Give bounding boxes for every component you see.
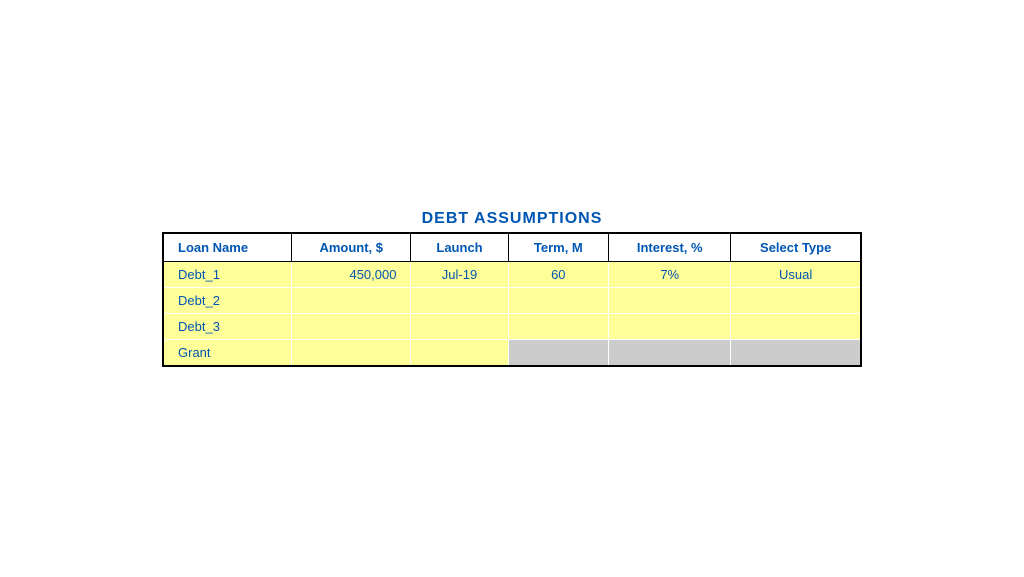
cell-loan_name: Debt_3 [163,314,292,340]
cell-launch[interactable] [411,340,508,367]
cell-loan_name: Debt_1 [163,262,292,288]
table-row: Debt_3 [163,314,861,340]
cell-select_type[interactable] [731,288,861,314]
page-container: DEBT ASSUMPTIONS Loan NameAmount, $Launc… [0,0,1024,577]
table-row: Debt_2 [163,288,861,314]
cell-term[interactable] [508,314,609,340]
table-row: Grant [163,340,861,367]
cell-amount[interactable] [292,340,411,367]
cell-term [508,340,609,367]
cell-amount[interactable]: 450,000 [292,262,411,288]
cell-select_type [731,340,861,367]
cell-interest[interactable] [609,288,731,314]
col-header-amount: Amount, $ [292,233,411,262]
col-header-loan_name: Loan Name [163,233,292,262]
cell-select_type[interactable]: Usual [731,262,861,288]
cell-launch[interactable] [411,288,508,314]
cell-launch[interactable]: Jul-19 [411,262,508,288]
cell-interest[interactable]: 7% [609,262,731,288]
table-wrapper: DEBT ASSUMPTIONS Loan NameAmount, $Launc… [162,210,862,367]
cell-launch[interactable] [411,314,508,340]
cell-amount[interactable] [292,288,411,314]
table-title: DEBT ASSUMPTIONS [422,210,603,228]
cell-loan_name: Debt_2 [163,288,292,314]
cell-term[interactable]: 60 [508,262,609,288]
cell-interest [609,340,731,367]
cell-term[interactable] [508,288,609,314]
col-header-select_type: Select Type [731,233,861,262]
debt-assumptions-table: Loan NameAmount, $LaunchTerm, MInterest,… [162,232,862,367]
cell-amount[interactable] [292,314,411,340]
cell-select_type[interactable] [731,314,861,340]
col-header-term: Term, M [508,233,609,262]
table-row: Debt_1450,000Jul-19607%Usual [163,262,861,288]
cell-loan_name: Grant [163,340,292,367]
col-header-interest: Interest, % [609,233,731,262]
cell-interest[interactable] [609,314,731,340]
col-header-launch: Launch [411,233,508,262]
